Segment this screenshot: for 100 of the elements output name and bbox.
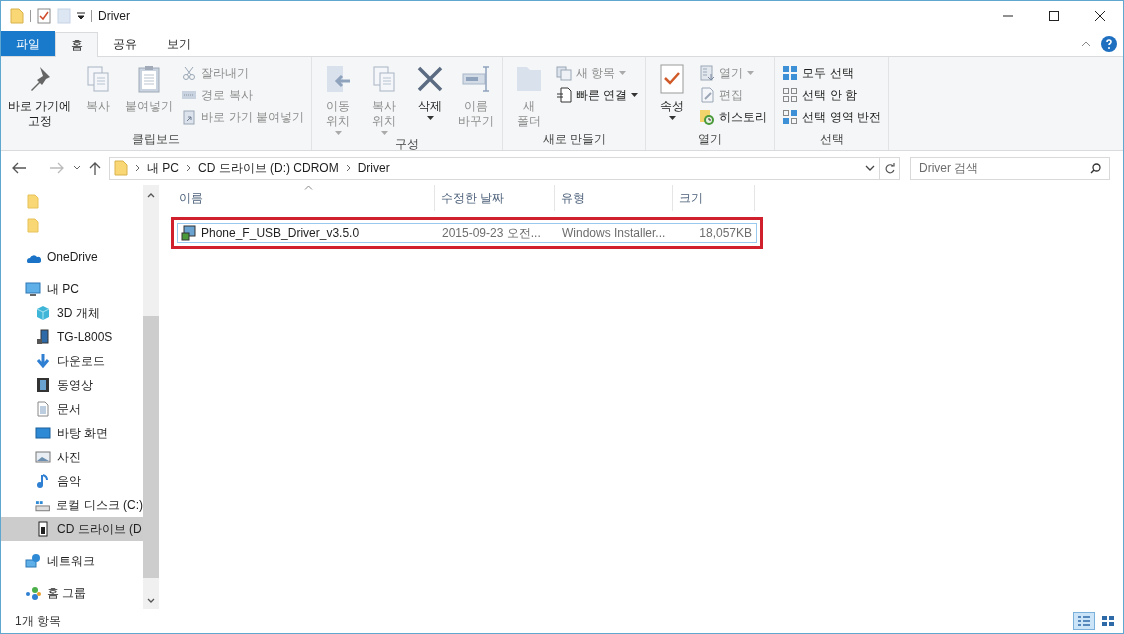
nav-item[interactable]: 로컬 디스크 (C:) xyxy=(1,493,143,517)
phone-icon xyxy=(35,329,51,345)
cube-icon xyxy=(35,305,51,321)
nav-item[interactable]: OneDrive xyxy=(1,245,143,269)
device-icon xyxy=(35,521,51,537)
caret-icon xyxy=(426,116,434,120)
ribbon-button[interactable]: 바로 가기에 고정 xyxy=(5,63,75,130)
nav-item[interactable]: 3D 개체 xyxy=(1,301,143,325)
caret-icon xyxy=(619,70,627,75)
back-arrow-icon[interactable] xyxy=(11,162,27,174)
table-cell: Phone_F_USB_Driver_v3.5.0 xyxy=(178,224,436,242)
monitor-icon xyxy=(25,281,41,297)
group-label: 선택 xyxy=(819,132,844,146)
scissors-icon xyxy=(181,64,198,81)
group-label: 클립보드 xyxy=(132,132,180,146)
caret-icon xyxy=(380,131,388,135)
chevron-right-icon xyxy=(345,164,351,172)
grid-icon xyxy=(782,108,799,125)
document-icon xyxy=(699,64,716,81)
ribbon-button[interactable]: 선택 영역 반전 xyxy=(782,107,882,126)
ribbon-tab[interactable]: 공유 xyxy=(98,31,152,56)
ribbon-button[interactable]: 선택 안 함 xyxy=(782,85,882,104)
nav-item[interactable]: 음악 xyxy=(1,469,143,493)
search-input: Driver 검색 xyxy=(919,159,1090,177)
group-label: 새로 만들기 xyxy=(542,132,606,146)
checkmark-document-icon[interactable] xyxy=(37,8,51,24)
ribbon-button[interactable]: 모두 선택 xyxy=(782,63,882,82)
group-label: 구성 xyxy=(395,137,419,151)
chevron-down-icon[interactable] xyxy=(865,165,875,171)
nav-item[interactable]: CD 드라이브 (D xyxy=(1,517,143,541)
ribbon-tab[interactable]: 홈 xyxy=(55,32,98,57)
breadcrumb[interactable]: Driver xyxy=(357,159,390,177)
table-cell-text: 18,057KB xyxy=(698,225,753,242)
grid-icon xyxy=(1101,615,1115,627)
grid-icon xyxy=(782,64,799,81)
search-field[interactable]: Driver 검색 xyxy=(910,156,1110,180)
list-icon xyxy=(1077,615,1091,627)
chevron-right-icon xyxy=(186,164,191,172)
ribbon-button[interactable]: 빠른 연결 xyxy=(556,85,639,104)
scroll-down-icon[interactable] xyxy=(147,598,155,603)
nav-item[interactable]: 사진 xyxy=(1,445,143,469)
chevron-down-icon[interactable] xyxy=(73,165,81,171)
collapse-ribbon-icon[interactable] xyxy=(1081,40,1091,47)
window-title: Driver xyxy=(98,8,130,25)
nav-item[interactable]: 다운로드 xyxy=(1,349,143,373)
table-cell-text: 2015-09-23 오전... xyxy=(441,225,542,242)
nav-item[interactable]: TG-L800S xyxy=(1,325,143,349)
file-row[interactable]: Phone_F_USB_Driver_v3.5.0 2015-09-23 오전... Windows Installer... 18,057KB xyxy=(177,223,757,243)
ribbon-button[interactable]: 히스토리 xyxy=(699,107,768,126)
pages-icon xyxy=(556,64,572,81)
close-icon xyxy=(1095,11,1105,21)
search-icon xyxy=(1090,162,1101,174)
document-icon xyxy=(35,401,51,417)
nav-item[interactable]: 문서 xyxy=(1,397,143,421)
maximize-icon xyxy=(1049,11,1059,21)
nav-item[interactable]: 바탕 화면 xyxy=(1,421,143,445)
film-icon xyxy=(35,377,51,393)
ribbon-tab[interactable]: 파일 xyxy=(1,31,55,56)
nav-item[interactable]: 동영상 xyxy=(1,373,143,397)
up-arrow-icon[interactable] xyxy=(89,161,101,175)
music-note-icon xyxy=(35,473,51,489)
text-cursor-icon xyxy=(460,63,492,95)
column-header[interactable]: 수정한 날짜 xyxy=(435,185,555,211)
installer-icon xyxy=(181,225,197,241)
shortcut-icon xyxy=(181,108,198,125)
grid-icon xyxy=(782,86,799,103)
help-icon[interactable] xyxy=(1101,35,1117,52)
caret-icon xyxy=(631,92,639,97)
homegroup-icon xyxy=(25,585,41,601)
column-header[interactable]: 크기 xyxy=(673,185,755,211)
clock-icon xyxy=(699,108,716,125)
table-cell-text: Windows Installer... xyxy=(561,225,667,242)
ribbon-button[interactable]: 삭제 xyxy=(408,63,452,135)
breadcrumb[interactable]: CD 드라이브 (D:) CDROM xyxy=(198,159,339,177)
document-icon xyxy=(556,86,572,103)
dropdown-icon[interactable] xyxy=(77,12,85,20)
scrollbar-thumb[interactable] xyxy=(143,316,159,578)
column-header[interactable]: 이름 xyxy=(173,185,435,211)
chevron-right-icon xyxy=(135,164,140,172)
refresh-button[interactable] xyxy=(880,156,900,180)
refresh-icon xyxy=(884,162,895,174)
details-view-button[interactable] xyxy=(1073,612,1095,630)
folder-icon xyxy=(114,160,128,176)
column-header[interactable]: 유형 xyxy=(555,185,673,211)
scrollbar[interactable] xyxy=(143,185,159,609)
nav-item[interactable]: 홈 그룹 xyxy=(1,581,143,605)
nav-item[interactable]: 내 PC xyxy=(1,277,143,301)
network-icon xyxy=(25,553,41,569)
folder-icon xyxy=(25,193,41,209)
ribbon-tab[interactable]: 보기 xyxy=(152,31,206,56)
breadcrumb[interactable]: 내 PC xyxy=(147,159,179,177)
address-bar[interactable]: 내 PC CD 드라이브 (D:) CDROM Driver xyxy=(109,156,880,180)
monitor-icon xyxy=(35,425,51,441)
ribbon-button[interactable]: 속성 xyxy=(650,63,695,130)
caret-icon xyxy=(334,131,342,135)
caret-icon xyxy=(668,116,676,120)
scroll-up-icon[interactable] xyxy=(147,193,155,198)
nav-item[interactable]: 네트워크 xyxy=(1,549,143,573)
picture-icon xyxy=(35,449,51,465)
pencil-document-icon xyxy=(699,86,716,103)
